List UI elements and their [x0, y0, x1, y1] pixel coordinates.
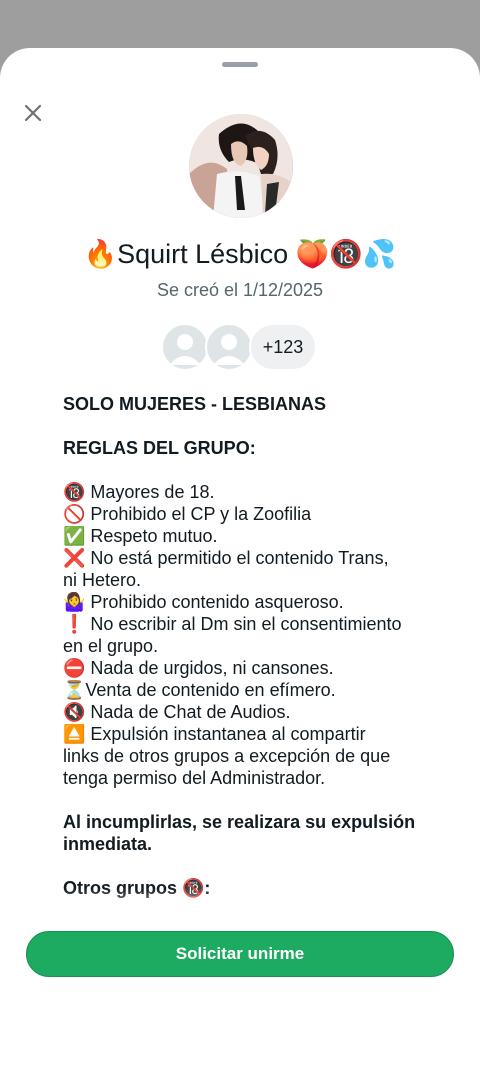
created-date: Se creó el 1/12/2025: [156, 280, 324, 300]
description-line: ⛔ Nada de urgidos, ni cansones.: [63, 658, 334, 678]
close-button[interactable]: [18, 98, 48, 128]
group-avatar[interactable]: [189, 114, 293, 218]
description-fade: [0, 888, 480, 928]
drag-handle[interactable]: [222, 62, 258, 67]
close-icon: [24, 104, 42, 122]
description-line: inmediata.: [63, 834, 153, 854]
description-line: ⏳Venta de contenido en efímero.: [63, 680, 336, 700]
group-photo: [189, 114, 293, 218]
description-line: ❗ No escribir al Dm sin el consentimient…: [63, 614, 402, 634]
description-line: 🤷‍♀️ Prohibido contenido asqueroso.: [63, 592, 344, 612]
member-avatars[interactable]: +123: [161, 323, 321, 371]
description-line: Al incumplirlas, se realizara su expulsi…: [63, 812, 416, 832]
description-line: 🔇 Nada de Chat de Audios.: [63, 702, 291, 722]
group-info-sheet: 🔥Squirt Lésbico 🍑🔞💦 Se creó el 1/12/2025…: [0, 48, 480, 1067]
description-line: REGLAS DEL GRUPO:: [63, 438, 256, 458]
description-line: ⏏️ Expulsión instantanea al compartir: [63, 724, 366, 744]
default-person-avatar: [213, 334, 245, 365]
member-avatar: [205, 323, 253, 371]
description-line: tenga permiso del Administrador.: [63, 768, 326, 788]
default-person-avatar: [169, 334, 201, 365]
member-avatar: [161, 323, 209, 371]
description-line: ✅ Respeto mutuo.: [63, 526, 218, 546]
description-line: ni Hetero.: [63, 570, 142, 590]
group-name: 🔥Squirt Lésbico 🍑🔞💦: [83, 239, 397, 269]
description-line: ❌ No está permitido el contenido Trans,: [63, 548, 389, 568]
description-line: en el grupo.: [63, 636, 159, 656]
request-join-button[interactable]: Solicitar unirme: [26, 931, 454, 977]
description-line: links de otros grupos a excepción de que: [63, 746, 391, 766]
member-count-badge: +123: [249, 323, 317, 371]
description-line: 🔞 Mayores de 18.: [63, 482, 215, 502]
description-line: 🚫 Prohibido el CP y la Zoofilia: [63, 504, 312, 524]
group-description: SOLO MUJERES - LESBIANAS REGLAS DEL GRUPO…: [63, 393, 423, 899]
description-line: SOLO MUJERES - LESBIANAS: [63, 394, 327, 414]
